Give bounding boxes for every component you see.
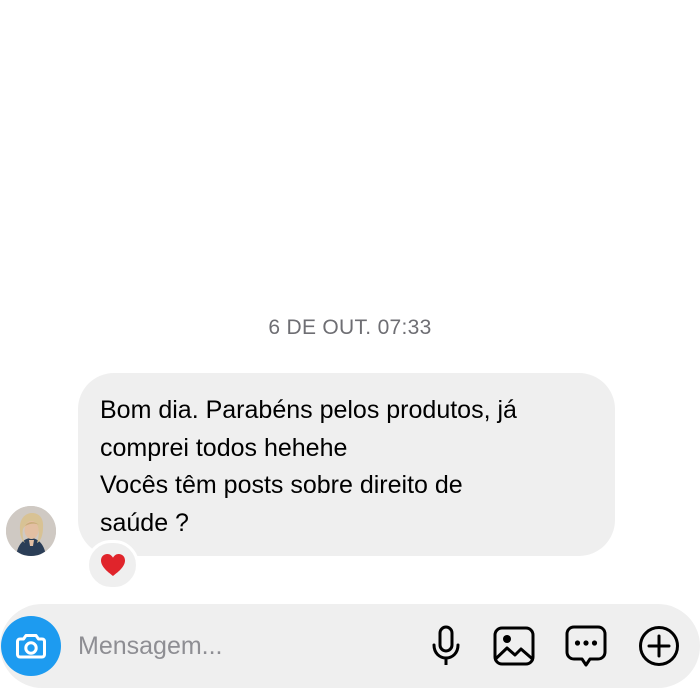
message-bubble[interactable]: Bom dia. Parabéns pelos produtos, já com… (78, 373, 615, 556)
photo-icon (493, 626, 535, 666)
sticker-button[interactable] (563, 623, 609, 669)
heart-reaction[interactable] (86, 540, 139, 590)
photo-button[interactable] (491, 623, 537, 669)
message-composer (0, 604, 700, 688)
avatar[interactable] (6, 506, 56, 556)
avatar-portrait (6, 506, 56, 556)
camera-button[interactable] (1, 616, 61, 676)
heart-icon (100, 554, 125, 576)
message-timestamp: 6 DE OUT. 07:33 (268, 316, 432, 339)
message-line-3: Vocês têm posts sobre direito de (100, 471, 463, 499)
message-line-2: comprei todos hehehe (100, 433, 348, 462)
more-button[interactable] (636, 623, 682, 669)
plus-icon (639, 626, 679, 666)
sticker-icon (565, 625, 607, 667)
message-line-4: saúde ? (100, 508, 189, 537)
microphone-icon (432, 625, 460, 665)
camera-icon (16, 634, 46, 659)
message-line-1: Bom dia. Parabéns pelos produtos, já (100, 396, 517, 424)
microphone-button[interactable] (423, 623, 469, 669)
direct-message-screen: 6 DE OUT. 07:33 Bom dia. Parabéns pelos … (0, 0, 700, 700)
message-input[interactable] (78, 626, 398, 666)
